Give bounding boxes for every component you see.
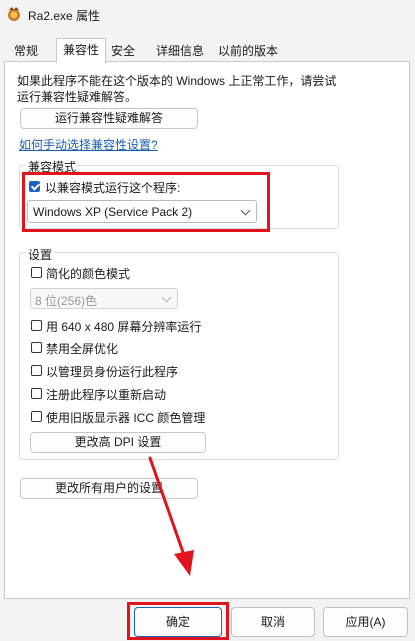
run-admin-checkbox[interactable] <box>31 365 42 376</box>
reduced-color-label: 简化的颜色模式 <box>46 267 131 281</box>
color-depth-select: 8 位(256)色 <box>30 288 178 309</box>
register-restart-checkbox[interactable] <box>31 388 42 399</box>
color-depth-value: 8 位(256)色 <box>35 294 98 308</box>
disable-fullscreen-label: 禁用全屏优化 <box>46 342 119 356</box>
cancel-button[interactable]: 取消 <box>231 607 315 637</box>
settings-legend: 设置 <box>26 246 55 263</box>
reduced-color-checkbox[interactable] <box>31 267 42 278</box>
arrow-annotation <box>148 456 194 576</box>
run-admin-label: 以管理员身份运行此程序 <box>46 365 179 379</box>
manual-settings-link[interactable]: 如何手动选择兼容性设置? <box>19 136 158 153</box>
chevron-down-icon <box>161 292 172 303</box>
tab-details[interactable]: 详细信息 <box>148 40 212 62</box>
run-troubleshooter-button[interactable]: 运行兼容性疑难解答 <box>20 108 198 129</box>
intro-text-line2: 运行兼容性疑难解答。 <box>17 90 138 104</box>
apply-button[interactable]: 应用(A) <box>323 607 408 637</box>
app-icon <box>8 7 20 21</box>
res640-checkbox[interactable] <box>31 320 42 331</box>
tab-security[interactable]: 安全 <box>104 40 142 62</box>
register-restart-label: 注册此程序以重新启动 <box>46 388 167 402</box>
legacy-icc-label: 使用旧版显示器 ICC 颜色管理 <box>46 411 206 425</box>
tab-compatibility[interactable]: 兼容性 <box>56 38 106 63</box>
intro-text-line1: 如果此程序不能在这个版本的 Windows 上正常工作，请尝试 <box>17 74 337 88</box>
disable-fullscreen-checkbox[interactable] <box>31 342 42 353</box>
highlight-box-compat <box>22 172 270 232</box>
window-title: Ra2.exe 属性 <box>28 9 101 23</box>
tab-general[interactable]: 常规 <box>6 40 46 62</box>
highlight-box-ok <box>127 602 229 640</box>
legacy-icc-checkbox[interactable] <box>31 411 42 422</box>
res640-label: 用 640 x 480 屏幕分辨率运行 <box>46 320 202 334</box>
tab-previous-versions[interactable]: 以前的版本 <box>212 40 284 62</box>
